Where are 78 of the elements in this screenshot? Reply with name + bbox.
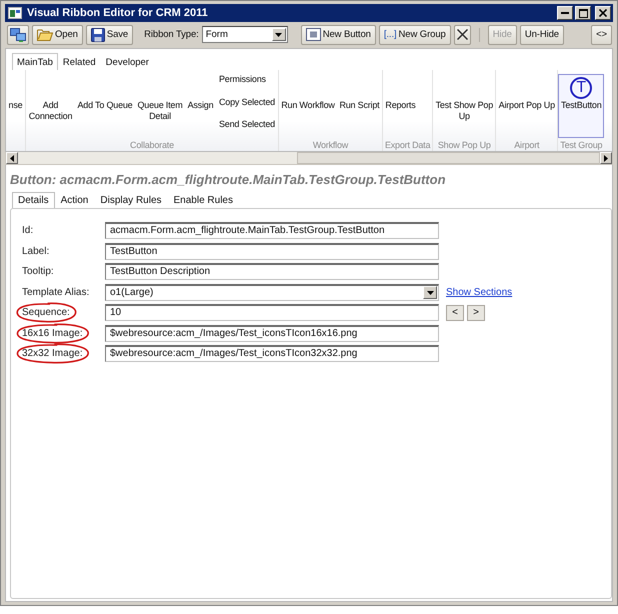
details-tab[interactable]: Details [12, 192, 55, 208]
group-label: Workflow [312, 140, 348, 150]
details-tab[interactable]: Enable Rules [168, 192, 239, 208]
field-label: Sequence: [22, 307, 70, 318]
group-label: Airport [514, 140, 540, 150]
details-tab[interactable]: Display Rules [94, 192, 168, 208]
caret-down-icon [426, 290, 434, 294]
maximize-icon [578, 8, 588, 18]
ribbon-button[interactable]: Queue Item Detail [135, 74, 185, 138]
details-tab[interactable]: Action [54, 192, 94, 208]
selection-title: Button: acmacm.Form.acm_flightroute.MainTab.TestGroup.TestButton [9, 172, 447, 189]
window-title: Visual Ribbon Editor for CRM 2011 [27, 7, 208, 19]
group-label: Collaborate [130, 140, 174, 150]
connect-button[interactable] [7, 24, 29, 44]
scroll-right-button[interactable] [600, 152, 612, 164]
caret-down-icon [275, 32, 282, 36]
maximize-button[interactable] [575, 6, 591, 20]
ribbon-button[interactable]: nse [6, 74, 25, 138]
text-field[interactable]: acmacm.Form.acm_flightroute.MainTab.TestGroup.TestButton [105, 222, 439, 239]
step-forward-button[interactable]: > [467, 304, 485, 320]
group-label: Test Group [560, 140, 602, 150]
field-label: Id: [22, 225, 34, 236]
ribbon-tab[interactable]: Developer [100, 53, 154, 70]
dropdown-button[interactable] [423, 286, 437, 299]
ribbon-button[interactable]: Reports [382, 74, 418, 138]
minimize-icon [561, 12, 569, 14]
text-field[interactable]: $webresource:acm_/Images/Test_iconsTIcon32x32.png [105, 345, 439, 362]
right-arrow-icon [604, 154, 608, 162]
show-sections-link[interactable]: Show Sections [446, 286, 512, 298]
ribbon-button[interactable]: Airport Pop Up [496, 74, 558, 138]
delete-button[interactable] [454, 24, 471, 44]
ribbon-button[interactable]: Add Connection [26, 74, 75, 138]
folder-icon [37, 28, 53, 41]
save-button[interactable]: Save [86, 24, 134, 44]
field-label: Label: [22, 246, 50, 256]
field-label: Tooltip: [22, 266, 54, 277]
ribbon-button[interactable]: Run Script [336, 74, 382, 138]
scroll-left-button[interactable] [6, 152, 18, 164]
group-label: Show Pop Up [438, 140, 491, 150]
field-label: 32x32 Image: [22, 348, 83, 359]
save-icon [90, 28, 105, 42]
step-back-button[interactable]: < [446, 304, 464, 320]
number-field[interactable]: 10 [105, 304, 439, 321]
app-icon [8, 7, 22, 19]
dropdown-button[interactable] [272, 28, 286, 41]
box-icon [306, 28, 321, 41]
group-label: Export Data [384, 140, 430, 150]
toolbar-button[interactable]: <> [591, 24, 612, 44]
text-field[interactable]: TestButton Description [105, 263, 439, 280]
ribbon-button[interactable]: Test Show Pop Up [433, 74, 496, 138]
cross-icon [456, 29, 468, 40]
left-arrow-icon [10, 154, 14, 162]
letter-icon: T [570, 76, 592, 98]
new-button-button[interactable]: New Button [300, 24, 376, 44]
ribbon-tab[interactable]: Related [58, 53, 101, 70]
ribbon-button[interactable]: Copy Selected [216, 94, 278, 110]
dropdown-field[interactable]: o1(Large) [105, 284, 439, 300]
toolbar-button[interactable]: Un-Hide [520, 24, 564, 44]
text-field[interactable]: $webresource:acm_/Images/Test_iconsTIcon16x16.png [105, 324, 439, 342]
ribbon-button[interactable]: Assign [185, 74, 216, 138]
text-field[interactable]: TestButton [105, 242, 439, 260]
ribbon-button[interactable]: Permissions [216, 71, 278, 87]
new-group-button[interactable]: [...] New Group [378, 24, 451, 44]
ribbon-button[interactable]: Add To Queue [75, 74, 135, 138]
minimize-button[interactable] [557, 6, 573, 20]
scrollbar-track[interactable] [5, 152, 613, 165]
close-button[interactable] [595, 6, 611, 20]
field-label: 16x16 Image: [22, 328, 83, 338]
open-button[interactable]: Open [32, 24, 83, 44]
close-icon [599, 9, 607, 17]
ribbon-type-dropdown[interactable]: Form [202, 26, 288, 43]
ribbon-button[interactable]: Run Workflow [278, 74, 337, 138]
field-label: Template Alias: [22, 286, 90, 298]
scrollbar-thumb[interactable] [297, 152, 600, 164]
computers-icon [10, 28, 26, 42]
ribbon-type-label: Ribbon Type: [144, 29, 199, 40]
ribbon-button[interactable]: T TestButton [558, 74, 604, 138]
ribbon-button[interactable]: Send Selected [216, 116, 278, 132]
